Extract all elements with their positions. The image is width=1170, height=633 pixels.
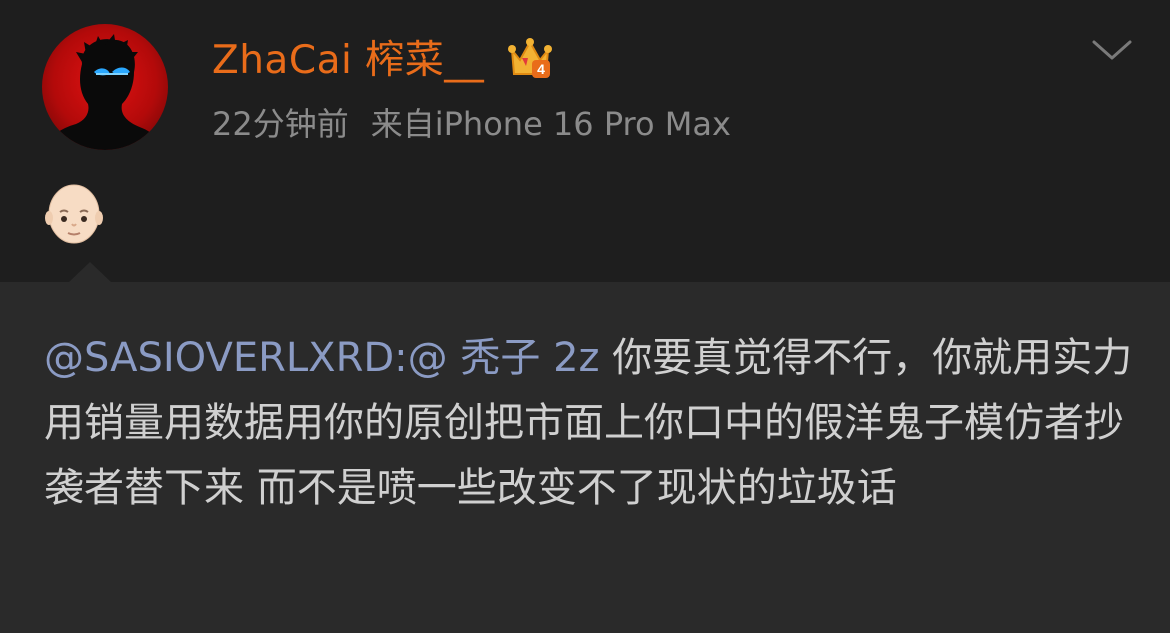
author-name[interactable]: ZhaCai 榨菜__ (212, 36, 484, 86)
avatar[interactable] (42, 24, 168, 150)
crown-vip-icon[interactable]: 4 (506, 36, 554, 82)
bald-person-emoji (44, 182, 104, 246)
post-source: 来自iPhone 16 Pro Max (370, 105, 731, 143)
post-meta: 22分钟前 来自iPhone 16 Pro Max (212, 102, 731, 146)
avatar-silhouette-icon (42, 34, 168, 150)
repost-pointer (68, 262, 112, 283)
vip-level: 4 (537, 61, 545, 77)
chevron-down-icon[interactable] (1090, 34, 1134, 68)
repost-text[interactable]: @SASIOVERLXRD:@ 秃子 2z 你要真觉得不行，你就用实力用销量用数… (44, 326, 1134, 521)
post-time: 22分钟前 (212, 105, 349, 143)
weibo-post: ZhaCai 榨菜__ 4 22分钟前来自iPhone 16 Pro Max (0, 0, 1170, 633)
repost-mention[interactable]: @SASIOVERLXRD:@ 秃子 2z (44, 335, 600, 381)
